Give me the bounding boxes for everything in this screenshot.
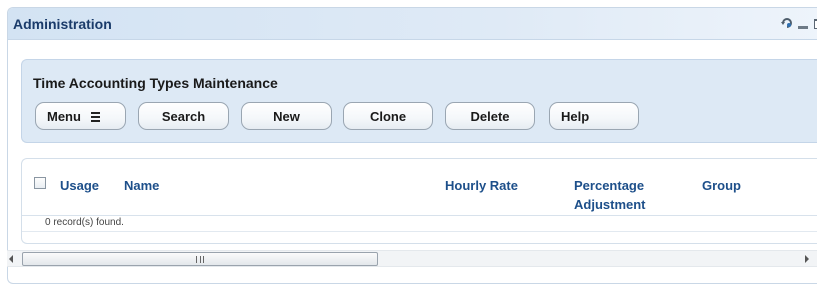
help-button[interactable]: Help: [549, 102, 639, 130]
column-header-name[interactable]: Name: [124, 176, 159, 195]
horizontal-scrollbar[interactable]: [7, 250, 817, 267]
scroll-right-arrow-icon[interactable]: [805, 255, 809, 263]
scrollbar-thumb[interactable]: [22, 252, 378, 266]
column-header-hourly-rate[interactable]: Hourly Rate: [445, 176, 518, 195]
hamburger-icon: [90, 111, 100, 122]
scroll-left-arrow-icon[interactable]: [9, 255, 13, 263]
page-title: Time Accounting Types Maintenance: [33, 75, 278, 91]
clone-button[interactable]: Clone: [343, 102, 433, 130]
delete-button[interactable]: Delete: [445, 102, 535, 130]
column-header-group[interactable]: Group: [702, 176, 741, 195]
portlet-header: Administration: [8, 8, 817, 40]
toolbar-panel: Time Accounting Types Maintenance Menu S…: [21, 59, 817, 143]
record-count: 0 record(s) found.: [45, 217, 124, 228]
select-all-checkbox[interactable]: [34, 177, 46, 189]
grid-divider: [22, 231, 817, 232]
search-button[interactable]: Search: [138, 102, 229, 130]
grid-header: Usage Name Hourly Rate Percentage Adjust…: [22, 159, 817, 216]
menu-button[interactable]: Menu: [35, 102, 126, 130]
grip-icon: [196, 256, 204, 263]
refresh-icon[interactable]: [781, 17, 793, 29]
menu-button-label: Menu: [47, 108, 81, 124]
new-button[interactable]: New: [241, 102, 332, 130]
results-grid: Usage Name Hourly Rate Percentage Adjust…: [21, 158, 817, 244]
minimize-icon[interactable]: [798, 26, 808, 29]
column-header-percentage-adjustment[interactable]: Percentage Adjustment: [574, 176, 674, 214]
column-header-usage[interactable]: Usage: [60, 176, 99, 195]
portlet-title: Administration: [13, 16, 112, 32]
